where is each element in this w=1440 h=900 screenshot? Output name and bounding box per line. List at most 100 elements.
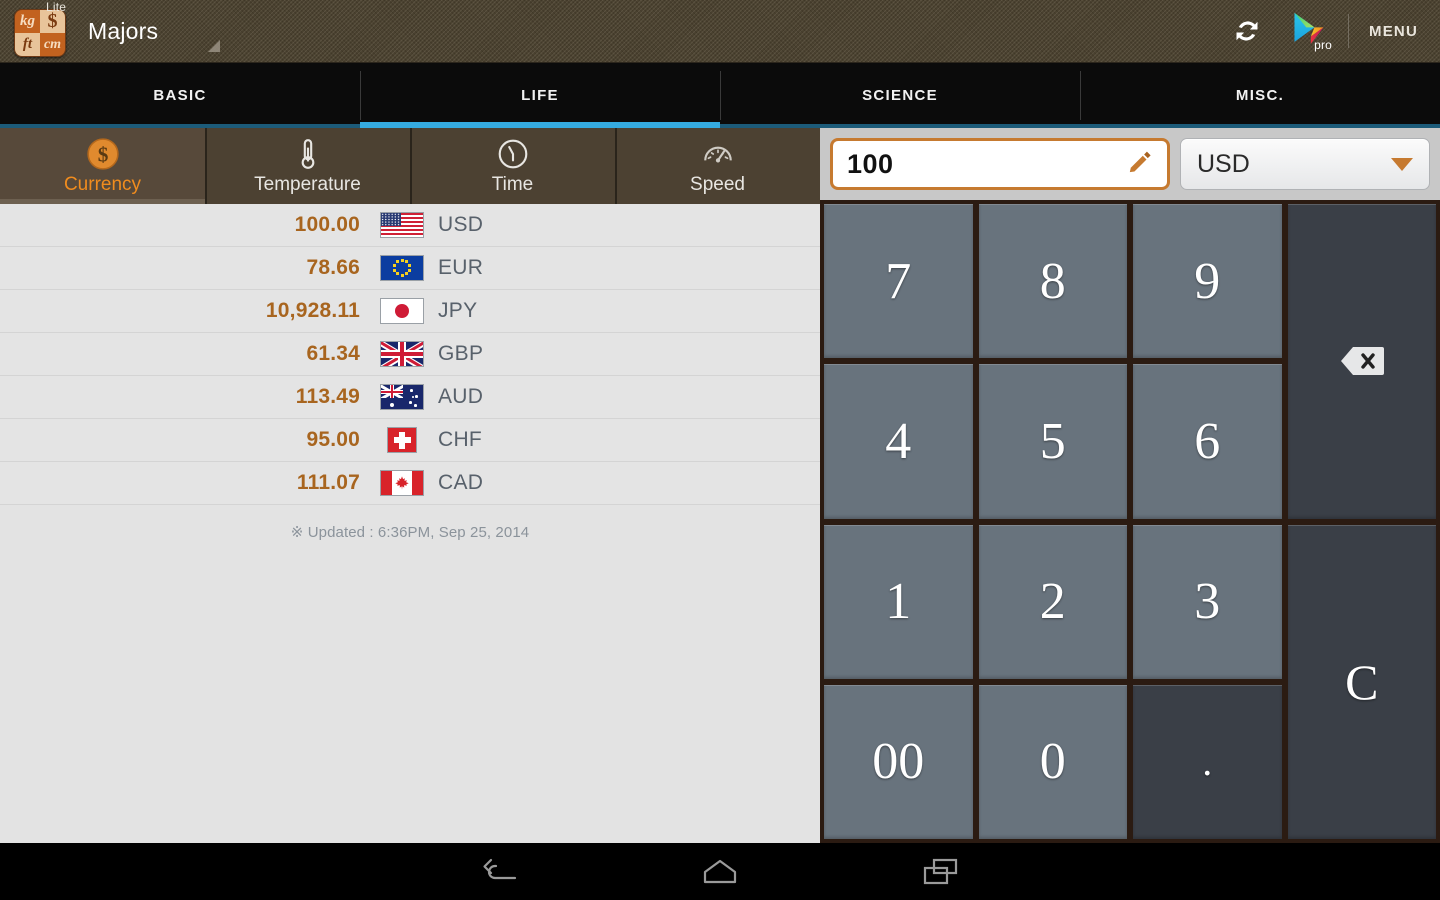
row-amount: 61.34 xyxy=(306,342,360,365)
pencil-icon[interactable] xyxy=(1127,149,1153,180)
key-3[interactable]: 3 xyxy=(1133,524,1282,679)
ch-flag-icon xyxy=(376,427,428,453)
app-logo-icon[interactable]: kg $ ft cm xyxy=(14,9,66,57)
row-amount: 78.66 xyxy=(306,256,360,279)
pro-label: pro xyxy=(1314,38,1333,52)
table-row[interactable]: 111.07 CAD xyxy=(0,462,820,505)
home-icon xyxy=(703,859,737,883)
tab-misc-label: MISC. xyxy=(1235,87,1285,104)
android-navbar xyxy=(0,843,1440,900)
main-tabbar: BASIC LIFE SCIENCE MISC. xyxy=(0,62,1440,128)
key-1[interactable]: 1 xyxy=(824,524,973,679)
back-icon xyxy=(483,858,517,879)
subtab-temperature-label: Temperature xyxy=(254,173,361,195)
us-flag-icon xyxy=(376,212,428,238)
ca-flag-icon xyxy=(376,470,428,496)
key-clear[interactable]: C xyxy=(1287,524,1436,839)
row-amount: 10,928.11 xyxy=(265,299,360,322)
subtab-speed[interactable]: Speed xyxy=(615,128,820,204)
tab-science-label: SCIENCE xyxy=(862,87,938,104)
row-amount: 100.00 xyxy=(294,213,360,236)
header-divider xyxy=(1348,14,1350,48)
row-code: GBP xyxy=(438,342,484,365)
row-code: AUD xyxy=(438,385,484,408)
jp-flag-icon xyxy=(376,298,428,324)
svg-text:$: $ xyxy=(97,142,108,166)
app-logo-wrap[interactable]: kg $ ft cm Lite xyxy=(0,0,78,62)
key-backspace[interactable] xyxy=(1287,204,1436,519)
table-row[interactable]: 100.00 USD xyxy=(0,204,820,247)
key-6[interactable]: 6 xyxy=(1133,364,1282,519)
logo-cell-cm: cm xyxy=(40,33,65,56)
back-button[interactable] xyxy=(425,843,575,900)
tab-science[interactable]: SCIENCE xyxy=(720,63,1080,128)
key-0[interactable]: 0 xyxy=(978,684,1127,839)
table-row[interactable]: 78.66 EUR xyxy=(0,247,820,290)
row-code: CAD xyxy=(438,471,484,494)
key-9[interactable]: 9 xyxy=(1133,204,1282,359)
recents-icon xyxy=(923,858,958,884)
table-row[interactable]: 95.00 CHF xyxy=(0,419,820,462)
key-4[interactable]: 4 xyxy=(824,364,973,519)
updated-timestamp: ※ Updated : 6:36PM, Sep 25, 2014 xyxy=(290,524,530,541)
row-code: JPY xyxy=(438,299,478,322)
subtab-bar: $ Currency Temperature Time Speed xyxy=(0,128,820,204)
pro-upgrade-button[interactable]: pro xyxy=(1276,0,1342,62)
menu-button[interactable]: MENU xyxy=(1355,0,1440,62)
subtab-time-label: Time xyxy=(491,173,534,195)
left-panel: $ Currency Temperature Time Speed 100.00… xyxy=(0,128,820,843)
subtab-temperature[interactable]: Temperature xyxy=(205,128,410,204)
clock-icon xyxy=(496,137,530,171)
key-2[interactable]: 2 xyxy=(978,524,1127,679)
unit-select-value: USD xyxy=(1197,149,1250,178)
dropdown-triangle-icon xyxy=(208,40,220,52)
subtab-currency[interactable]: $ Currency xyxy=(0,128,205,204)
row-code: USD xyxy=(438,213,484,236)
au-flag-icon xyxy=(376,384,428,410)
tab-basic[interactable]: BASIC xyxy=(0,63,360,128)
table-row[interactable]: 113.49 AUD xyxy=(0,376,820,419)
tab-life[interactable]: LIFE xyxy=(360,63,720,128)
tab-misc[interactable]: MISC. xyxy=(1080,63,1440,128)
row-code: EUR xyxy=(438,256,484,279)
currency-list: 100.00 USD 78.66 EUR 10,928.11 JPY 61.34… xyxy=(0,204,820,505)
app-header: kg $ ft cm Lite Majors pro MENU xyxy=(0,0,1440,62)
key-double-zero[interactable]: 00 xyxy=(824,684,973,839)
speedometer-icon xyxy=(701,137,735,171)
right-panel: 100 USD 7 8 9 4 5 6 1 2 3 C 00 0 . xyxy=(820,128,1440,843)
subtab-currency-label: Currency xyxy=(63,173,142,195)
eu-flag-icon xyxy=(376,255,428,281)
recents-button[interactable] xyxy=(865,843,1015,900)
value-input[interactable]: 100 xyxy=(830,138,1170,190)
backspace-icon xyxy=(1340,347,1384,376)
row-code: CHF xyxy=(438,428,483,451)
dollar-coin-icon: $ xyxy=(86,137,120,171)
table-row[interactable]: 61.34 GBP xyxy=(0,333,820,376)
key-7[interactable]: 7 xyxy=(824,204,973,359)
numeric-keypad: 7 8 9 4 5 6 1 2 3 C 00 0 . xyxy=(820,200,1440,843)
home-button[interactable] xyxy=(645,843,795,900)
key-decimal-point[interactable]: . xyxy=(1133,684,1282,839)
key-8[interactable]: 8 xyxy=(978,204,1127,359)
subtab-time[interactable]: Time xyxy=(410,128,615,204)
row-amount: 113.49 xyxy=(295,385,360,408)
table-row[interactable]: 10,928.11 JPY xyxy=(0,290,820,333)
app-root: kg $ ft cm Lite Majors pro MENU BASIC LI… xyxy=(0,0,1440,900)
lite-badge: Lite xyxy=(46,0,67,14)
subtab-speed-label: Speed xyxy=(690,173,745,195)
input-area: 100 USD xyxy=(820,128,1440,200)
chevron-down-icon xyxy=(1391,157,1413,171)
refresh-button[interactable] xyxy=(1218,0,1276,62)
page-title: Majors xyxy=(88,17,159,44)
unit-select[interactable]: USD xyxy=(1180,138,1430,190)
thermometer-icon xyxy=(291,137,325,171)
value-input-text: 100 xyxy=(847,148,894,179)
tab-basic-label: BASIC xyxy=(153,87,207,104)
row-amount: 111.07 xyxy=(296,471,360,494)
logo-cell-kg: kg xyxy=(15,10,40,33)
gb-flag-icon xyxy=(376,341,428,367)
tab-life-label: LIFE xyxy=(521,87,559,104)
logo-cell-ft: ft xyxy=(15,33,40,56)
key-5[interactable]: 5 xyxy=(978,364,1127,519)
row-amount: 95.00 xyxy=(306,428,360,451)
